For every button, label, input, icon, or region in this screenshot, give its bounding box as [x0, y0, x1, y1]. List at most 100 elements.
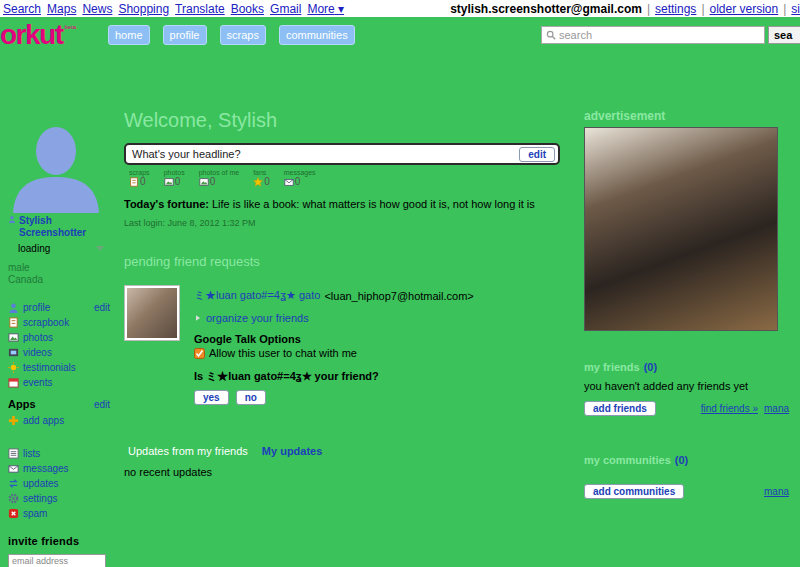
friends-empty: you haven't added any friends yet [584, 380, 789, 392]
sidebar-link[interactable]: updates [23, 478, 59, 489]
stat[interactable]: photos of me0 [199, 169, 239, 187]
sidebar-item: testimonials [8, 360, 110, 375]
headline-field[interactable]: What's your headline?edit [124, 143, 560, 165]
nav-button[interactable]: home [108, 25, 150, 45]
google-bar-link[interactable]: Search [3, 2, 41, 16]
sidebar-item: spam [8, 506, 110, 521]
account-link[interactable]: si [791, 2, 800, 16]
sidebar-link[interactable]: videos [23, 347, 52, 358]
gear-icon [8, 493, 19, 504]
search-bar: searchsea [541, 26, 800, 44]
updates-tab[interactable]: Updates from my friends [128, 445, 248, 457]
nav-button[interactable]: communities [279, 25, 355, 45]
requester-photo[interactable] [124, 285, 180, 341]
updates-tabs: Updates from my friends My updates [124, 445, 560, 457]
orkut-page: Search Maps News Shopping Translate Books Gmai… [0, 0, 800, 567]
sidebar-link[interactable]: add apps [23, 415, 64, 426]
apps-title: Apps [8, 398, 36, 410]
separator: | [783, 2, 786, 16]
person-icon [8, 302, 19, 313]
sidebar-item: scrapbook [8, 315, 110, 330]
tool-links: lists messages updates settings spam [8, 446, 114, 521]
calendar-icon [8, 377, 19, 388]
sidebar-link[interactable]: lists [23, 448, 40, 459]
edit-link[interactable]: edit [94, 399, 110, 410]
search-field[interactable]: search [541, 26, 765, 44]
envelope-icon [8, 463, 19, 474]
updates-tab[interactable]: My updates [262, 445, 323, 457]
organize-link[interactable]: organize your friends [206, 312, 309, 324]
add-communities-button[interactable]: add communities [584, 484, 684, 499]
stat[interactable]: messages0 [284, 169, 316, 187]
manage-link[interactable]: mana [764, 403, 789, 414]
updates-empty: no recent updates [124, 466, 560, 478]
sidebar-link[interactable]: events [23, 377, 52, 388]
orkut-header: orkutbeta home profile scraps communities sea… [0, 17, 800, 51]
request-button[interactable]: no [236, 390, 266, 405]
communities-heading: my communities(0) [584, 454, 789, 466]
nav-button[interactable]: scraps [220, 25, 266, 45]
sidebar-link[interactable]: spam [23, 508, 47, 519]
more-menu[interactable]: More ▾ [307, 2, 344, 16]
profile-name[interactable]: Stylish Screenshotter [8, 215, 114, 239]
edit-link[interactable]: edit [94, 302, 110, 313]
find-friends-link[interactable]: find friends » [701, 403, 758, 414]
invite-email-field[interactable]: email address [8, 554, 106, 567]
sidebar-link[interactable]: messages [23, 463, 69, 474]
sidebar-link[interactable]: profile [23, 302, 50, 313]
google-bar-link[interactable]: Maps [47, 2, 76, 16]
profile-links: profile edit scrapbook photos videos testimon… [8, 300, 114, 390]
sidebar-item: updates [8, 476, 110, 491]
photo-icon [199, 177, 209, 187]
search-button[interactable]: sea [768, 26, 800, 44]
avatar[interactable] [8, 117, 104, 213]
spam-icon [8, 508, 19, 519]
sidebar-item: profile edit [8, 300, 110, 315]
sidebar-link[interactable]: photos [23, 332, 53, 343]
fortune: Today's fortune: Life is like a book: wh… [124, 198, 560, 210]
sidebar-link[interactable]: settings [23, 493, 57, 504]
nav-button[interactable]: profile [163, 25, 207, 45]
request-button[interactable]: yes [194, 390, 229, 405]
film-icon [8, 347, 19, 358]
advertisement[interactable] [584, 127, 778, 331]
google-bar-link[interactable]: Gmail [270, 2, 301, 16]
stat[interactable]: scraps0 [129, 169, 150, 187]
friends-actions: add friends find friends » mana [584, 401, 789, 416]
google-bar-link[interactable]: News [82, 2, 112, 16]
separator: | [647, 2, 650, 16]
sidebar-item: settings [8, 491, 110, 506]
sun-icon [8, 362, 19, 373]
sidebar-item: events [8, 375, 110, 390]
communities-actions: add communities mana [584, 484, 789, 499]
account-links: stylish.screenshotter@gmail.com|settings… [450, 2, 800, 16]
account-link[interactable]: older version [710, 2, 779, 16]
chat-checkbox[interactable] [194, 348, 205, 359]
arrows-icon [8, 478, 19, 489]
sidebar-item: lists [8, 446, 110, 461]
logo-badge: beta [65, 24, 77, 30]
stat[interactable]: photos0 [164, 169, 185, 187]
account-link[interactable]: settings [655, 2, 696, 16]
sidebar-link[interactable]: testimonials [23, 362, 76, 373]
sidebar-link[interactable]: scrapbook [23, 317, 69, 328]
edit-button[interactable]: edit [519, 147, 555, 162]
add-friends-button[interactable]: add friends [584, 401, 656, 416]
requester-name[interactable]: ミ★luan gato#=4ʓ★ gato [194, 288, 320, 303]
google-bar-link[interactable]: Shopping [118, 2, 169, 16]
welcome-heading: Welcome, Stylish [124, 109, 560, 132]
stat[interactable]: fans0 [253, 169, 270, 187]
country: Canada [8, 274, 114, 286]
google-bar-link[interactable]: Translate [175, 2, 225, 16]
status-select[interactable]: loading [8, 243, 104, 254]
envelope-icon [284, 177, 294, 187]
left-sidebar: Stylish Screenshotter loading maleCanada pr… [0, 109, 114, 567]
apps-header: Apps edit [8, 398, 110, 410]
manage-link[interactable]: mana [764, 486, 789, 497]
requests-heading: pending friend requests [124, 254, 560, 269]
gender: male [8, 262, 114, 274]
person-icon [8, 215, 16, 223]
sidebar-item: photos [8, 330, 110, 345]
google-bar-link[interactable]: Books [231, 2, 264, 16]
orkut-logo[interactable]: orkutbeta [0, 21, 100, 49]
